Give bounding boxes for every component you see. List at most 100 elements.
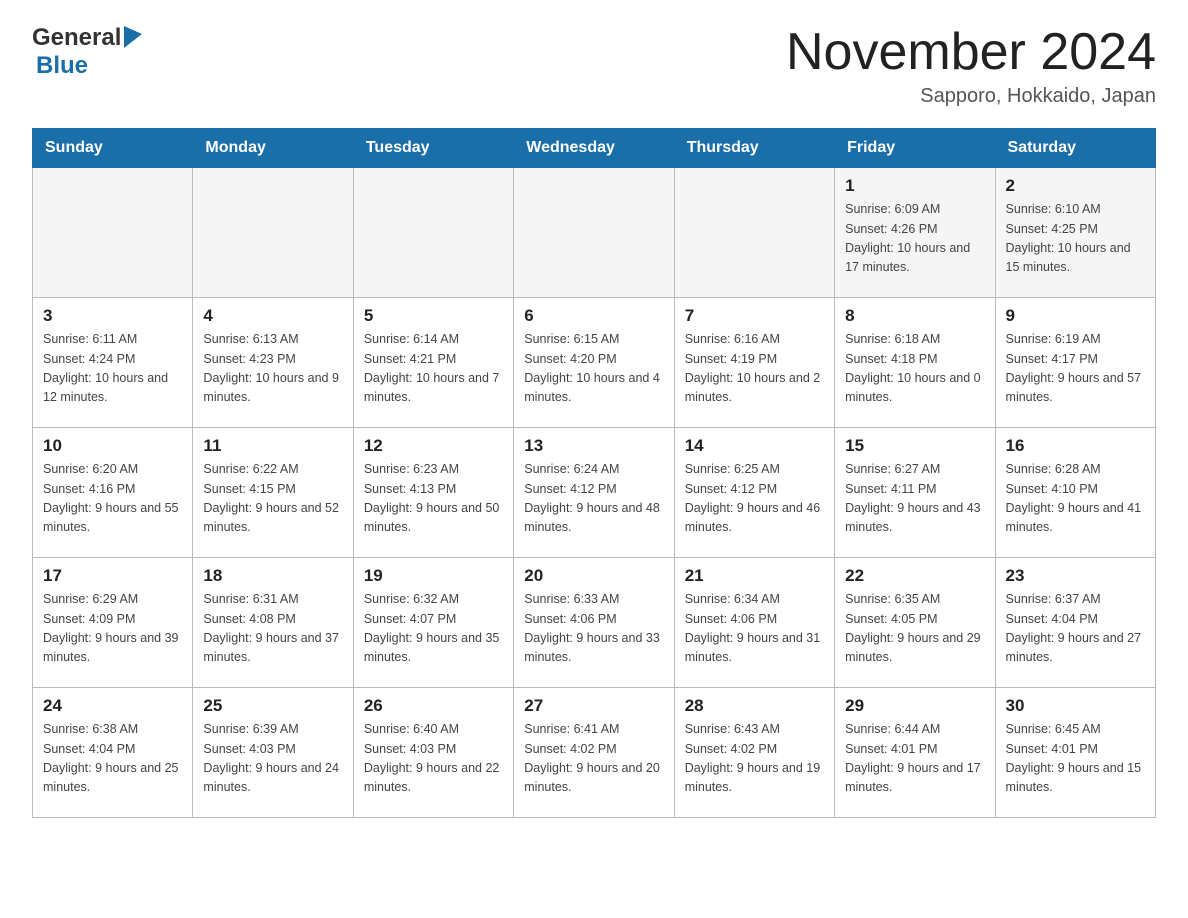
table-row: [193, 168, 353, 298]
day-info: Sunrise: 6:15 AM Sunset: 4:20 PM Dayligh…: [524, 330, 663, 408]
table-row: 23 Sunrise: 6:37 AM Sunset: 4:04 PM Dayli…: [995, 558, 1155, 688]
table-row: 21Sunrise: 6:34 AM Sunset: 4:06 PM Dayli…: [674, 558, 834, 688]
day-info: Sunrise: 6:40 AM Sunset: 4:03 PM Dayligh…: [364, 720, 503, 798]
day-number: 13: [524, 436, 663, 456]
day-info: Sunrise: 6:31 AM Sunset: 4:08 PM Dayligh…: [203, 590, 342, 668]
day-number: 26: [364, 696, 503, 716]
day-info: Sunrise: 6:16 AM Sunset: 4:19 PM Dayligh…: [685, 330, 824, 408]
col-header-wednesday: Wednesday: [514, 129, 674, 168]
day-info: Sunrise: 6:37 AM Sunset: 4:04 PM Dayligh…: [1006, 590, 1145, 668]
day-info: Sunrise: 6:10 AM Sunset: 4:25 PM Dayligh…: [1006, 200, 1145, 278]
day-info: Sunrise: 6:23 AM Sunset: 4:13 PM Dayligh…: [364, 460, 503, 538]
table-row: 29 Sunrise: 6:44 AM Sunset: 4:01 PM Dayli…: [835, 688, 995, 818]
table-row: 8 Sunrise: 6:18 AM Sunset: 4:18 PM Daylig…: [835, 298, 995, 428]
day-info: Sunrise: 6:35 AM Sunset: 4:05 PM Dayligh…: [845, 590, 984, 668]
day-number: 5: [364, 306, 503, 326]
calendar-week-row: 24 Sunrise: 6:38 AM Sunset: 4:04 PM Dayli…: [33, 688, 1156, 818]
logo-general-text: General: [32, 24, 121, 52]
day-info: Sunrise: 6:41 AM Sunset: 4:02 PM Dayligh…: [524, 720, 663, 798]
day-info: Sunrise: 6:39 AM Sunset: 4:03 PM Dayligh…: [203, 720, 342, 798]
day-info: Sunrise: 6:18 AM Sunset: 4:18 PM Dayligh…: [845, 330, 984, 408]
table-row: [33, 168, 193, 298]
day-number: 14: [685, 436, 824, 456]
day-number: 25: [203, 696, 342, 716]
logo-blue-text: Blue: [36, 52, 88, 79]
table-row: 24 Sunrise: 6:38 AM Sunset: 4:04 PM Dayli…: [33, 688, 193, 818]
table-row: 26 Sunrise: 6:40 AM Sunset: 4:03 PM Dayli…: [353, 688, 513, 818]
logo: General Blue: [32, 24, 142, 80]
day-info: Sunrise: 6:29 AM Sunset: 4:09 PM Dayligh…: [43, 590, 182, 668]
day-number: 15: [845, 436, 984, 456]
logo-triangle-icon: [124, 26, 142, 48]
day-number: 30: [1006, 696, 1145, 716]
table-row: 19 Sunrise: 6:32 AM Sunset: 4:07 PM Dayli…: [353, 558, 513, 688]
table-row: 11 Sunrise: 6:22 AM Sunset: 4:15 PM Dayli…: [193, 428, 353, 558]
day-number: 18: [203, 566, 342, 586]
col-header-sunday: Sunday: [33, 129, 193, 168]
table-row: 12 Sunrise: 6:23 AM Sunset: 4:13 PM Dayli…: [353, 428, 513, 558]
table-row: 9Sunrise: 6:19 AM Sunset: 4:17 PM Daylig…: [995, 298, 1155, 428]
day-number: 11: [203, 436, 342, 456]
day-number: 24: [43, 696, 182, 716]
col-header-monday: Monday: [193, 129, 353, 168]
page-header: General Blue November 2024 Sapporo, Hokk…: [32, 24, 1156, 108]
day-number: 1: [845, 176, 984, 196]
table-row: 13Sunrise: 6:24 AM Sunset: 4:12 PM Dayli…: [514, 428, 674, 558]
calendar-week-row: 1Sunrise: 6:09 AM Sunset: 4:26 PM Daylig…: [33, 168, 1156, 298]
day-info: Sunrise: 6:22 AM Sunset: 4:15 PM Dayligh…: [203, 460, 342, 538]
day-number: 4: [203, 306, 342, 326]
col-header-saturday: Saturday: [995, 129, 1155, 168]
location-subtitle: Sapporo, Hokkaido, Japan: [786, 85, 1156, 108]
day-info: Sunrise: 6:32 AM Sunset: 4:07 PM Dayligh…: [364, 590, 503, 668]
day-number: 27: [524, 696, 663, 716]
day-info: Sunrise: 6:25 AM Sunset: 4:12 PM Dayligh…: [685, 460, 824, 538]
day-number: 16: [1006, 436, 1145, 456]
table-row: 10 Sunrise: 6:20 AM Sunset: 4:16 PM Dayli…: [33, 428, 193, 558]
calendar-table: Sunday Monday Tuesday Wednesday Thursday…: [32, 128, 1156, 818]
table-row: [514, 168, 674, 298]
calendar-week-row: 10 Sunrise: 6:20 AM Sunset: 4:16 PM Dayli…: [33, 428, 1156, 558]
day-number: 10: [43, 436, 182, 456]
day-number: 12: [364, 436, 503, 456]
day-number: 23: [1006, 566, 1145, 586]
table-row: [353, 168, 513, 298]
calendar-week-row: 17Sunrise: 6:29 AM Sunset: 4:09 PM Dayli…: [33, 558, 1156, 688]
table-row: 27 Sunrise: 6:41 AM Sunset: 4:02 PM Dayli…: [514, 688, 674, 818]
col-header-friday: Friday: [835, 129, 995, 168]
day-info: Sunrise: 6:43 AM Sunset: 4:02 PM Dayligh…: [685, 720, 824, 798]
day-number: 7: [685, 306, 824, 326]
day-number: 22: [845, 566, 984, 586]
table-row: [674, 168, 834, 298]
table-row: 1Sunrise: 6:09 AM Sunset: 4:26 PM Daylig…: [835, 168, 995, 298]
day-info: Sunrise: 6:20 AM Sunset: 4:16 PM Dayligh…: [43, 460, 182, 538]
table-row: 5 Sunrise: 6:14 AM Sunset: 4:21 PM Daylig…: [353, 298, 513, 428]
day-info: Sunrise: 6:13 AM Sunset: 4:23 PM Dayligh…: [203, 330, 342, 408]
day-number: 2: [1006, 176, 1145, 196]
table-row: 7 Sunrise: 6:16 AM Sunset: 4:19 PM Daylig…: [674, 298, 834, 428]
calendar-week-row: 3Sunrise: 6:11 AM Sunset: 4:24 PM Daylig…: [33, 298, 1156, 428]
col-header-tuesday: Tuesday: [353, 129, 513, 168]
day-info: Sunrise: 6:38 AM Sunset: 4:04 PM Dayligh…: [43, 720, 182, 798]
table-row: 22 Sunrise: 6:35 AM Sunset: 4:05 PM Dayli…: [835, 558, 995, 688]
table-row: 20Sunrise: 6:33 AM Sunset: 4:06 PM Dayli…: [514, 558, 674, 688]
table-row: 30 Sunrise: 6:45 AM Sunset: 4:01 PM Dayli…: [995, 688, 1155, 818]
col-header-thursday: Thursday: [674, 129, 834, 168]
calendar-title-area: November 2024 Sapporo, Hokkaido, Japan: [786, 24, 1156, 108]
day-info: Sunrise: 6:44 AM Sunset: 4:01 PM Dayligh…: [845, 720, 984, 798]
table-row: 25 Sunrise: 6:39 AM Sunset: 4:03 PM Dayli…: [193, 688, 353, 818]
table-row: 15Sunrise: 6:27 AM Sunset: 4:11 PM Dayli…: [835, 428, 995, 558]
table-row: 28Sunrise: 6:43 AM Sunset: 4:02 PM Dayli…: [674, 688, 834, 818]
day-info: Sunrise: 6:14 AM Sunset: 4:21 PM Dayligh…: [364, 330, 503, 408]
day-info: Sunrise: 6:45 AM Sunset: 4:01 PM Dayligh…: [1006, 720, 1145, 798]
day-number: 29: [845, 696, 984, 716]
table-row: 17Sunrise: 6:29 AM Sunset: 4:09 PM Dayli…: [33, 558, 193, 688]
day-number: 8: [845, 306, 984, 326]
table-row: 16Sunrise: 6:28 AM Sunset: 4:10 PM Dayli…: [995, 428, 1155, 558]
table-row: 2 Sunrise: 6:10 AM Sunset: 4:25 PM Daylig…: [995, 168, 1155, 298]
table-row: 3Sunrise: 6:11 AM Sunset: 4:24 PM Daylig…: [33, 298, 193, 428]
table-row: 4 Sunrise: 6:13 AM Sunset: 4:23 PM Daylig…: [193, 298, 353, 428]
day-number: 6: [524, 306, 663, 326]
day-info: Sunrise: 6:33 AM Sunset: 4:06 PM Dayligh…: [524, 590, 663, 668]
day-number: 19: [364, 566, 503, 586]
day-info: Sunrise: 6:11 AM Sunset: 4:24 PM Dayligh…: [43, 330, 182, 408]
